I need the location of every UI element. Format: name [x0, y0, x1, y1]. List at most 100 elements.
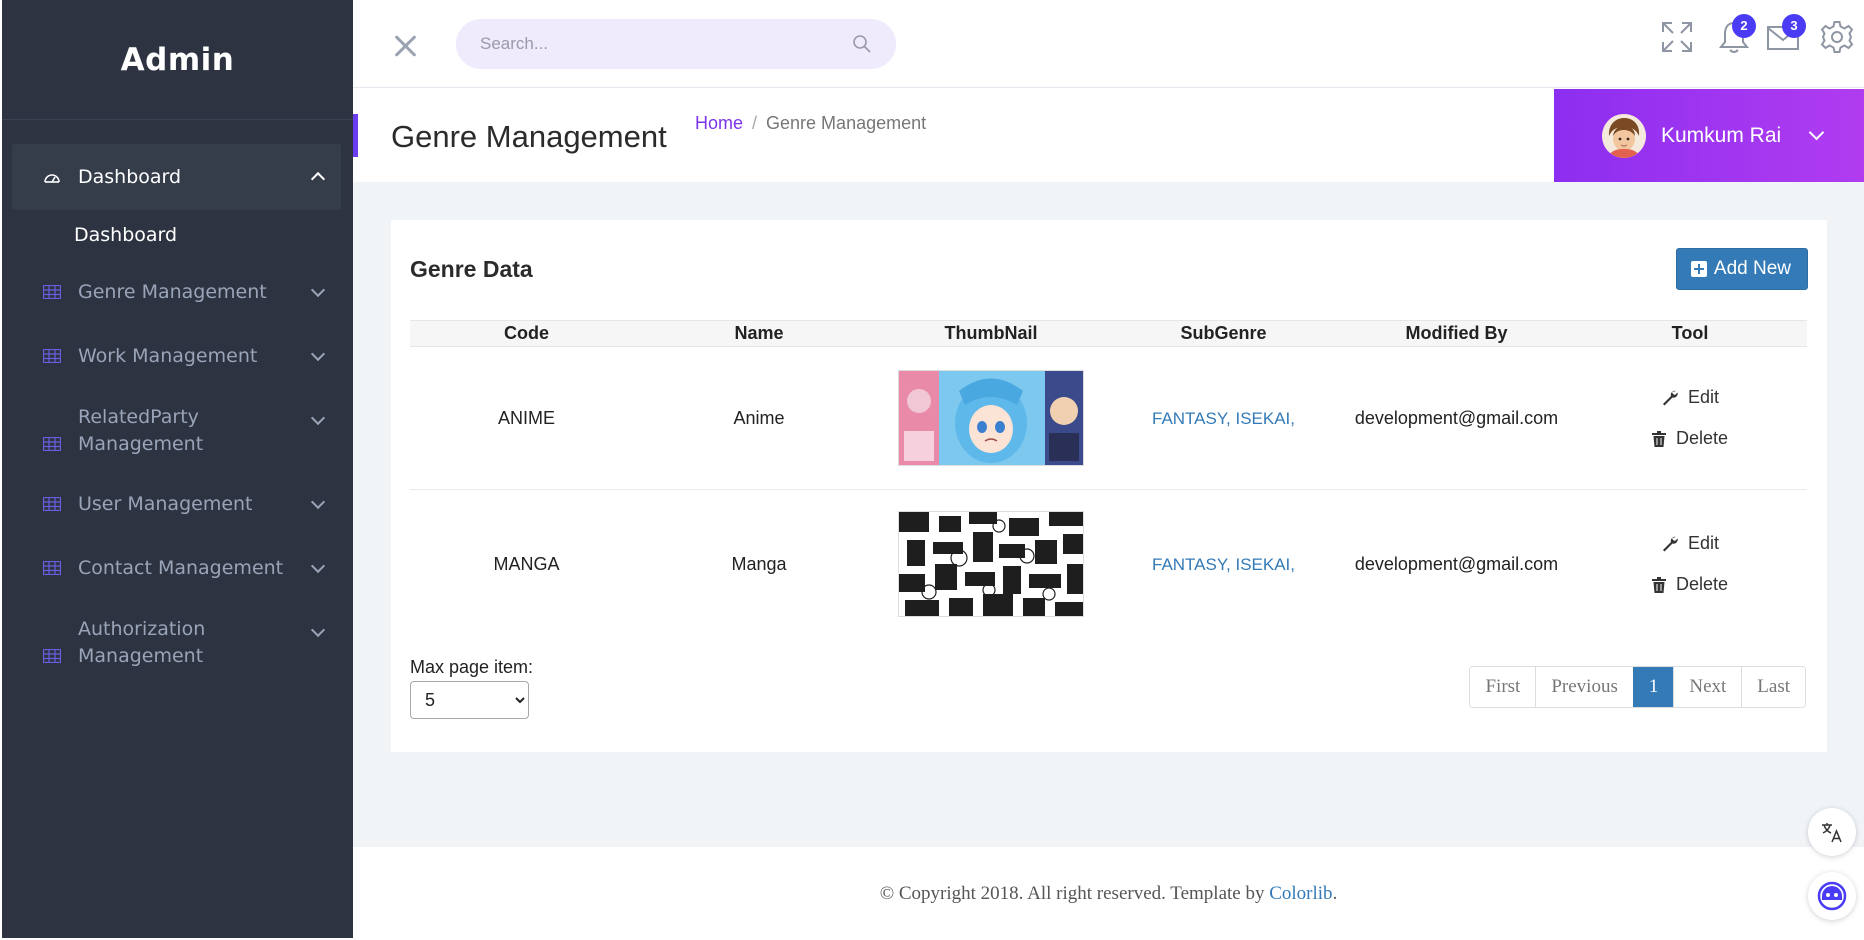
sidebar-item-user-management[interactable]: User Management: [2, 472, 353, 536]
edit-button[interactable]: Edit: [1661, 387, 1719, 408]
sidebar-item-label: User Management: [78, 492, 253, 515]
table-icon: [43, 285, 61, 299]
close-sidebar-button[interactable]: [393, 34, 417, 58]
table-row: ANIME Anime FANTASY, ISEKAI, development…: [410, 346, 1807, 490]
sidebar: Admin Dashboard Dashboard Genre Manageme…: [2, 0, 353, 938]
max-page-item-select[interactable]: 5: [410, 681, 529, 719]
breadcrumb: Home / Genre Management: [695, 113, 926, 134]
pagination-next[interactable]: Next: [1673, 667, 1742, 707]
delete-label: Delete: [1675, 428, 1729, 448]
cell-tools: Edit Delete: [1573, 490, 1807, 639]
add-new-button[interactable]: Add New: [1675, 248, 1808, 290]
avatar: [1602, 113, 1646, 158]
page-title: Genre Management: [391, 119, 667, 154]
sidebar-item-dashboard[interactable]: Dashboard: [12, 144, 341, 210]
footer: © Copyright 2018. All right reserved. Te…: [353, 847, 1864, 940]
delete-label: Delete: [1675, 574, 1729, 595]
search-icon[interactable]: [852, 34, 872, 54]
column-header-thumbnail[interactable]: ThumbNail: [875, 320, 1107, 347]
thumbnail-image-manga: [898, 511, 1084, 618]
sidebar-item-label: Authorization Management: [78, 618, 206, 667]
column-header-subgenre[interactable]: SubGenre: [1107, 320, 1340, 347]
column-header-name[interactable]: Name: [643, 320, 875, 347]
subgenre-link[interactable]: FANTASY,: [1152, 555, 1231, 574]
sidebar-item-genre-management[interactable]: Genre Management: [2, 260, 353, 324]
column-header-tool: Tool: [1573, 320, 1807, 347]
translate-button[interactable]: [1808, 808, 1856, 856]
column-header-code[interactable]: Code: [410, 320, 643, 347]
breadcrumb-home-link[interactable]: Home: [695, 113, 743, 133]
messages-button[interactable]: 3: [1766, 14, 1806, 59]
cell-name: Manga: [731, 553, 787, 574]
max-page-item-label: Max page item:: [410, 657, 534, 677]
table-icon: [43, 349, 61, 363]
cell-name: Anime: [643, 346, 875, 490]
sidebar-item-relatedparty-management[interactable]: RelatedParty Management: [2, 388, 353, 472]
assistant-button[interactable]: [1808, 872, 1856, 920]
trash-icon: [1651, 576, 1666, 593]
column-header-modified-by[interactable]: Modified By: [1340, 320, 1573, 347]
cell-thumbnail: [875, 346, 1107, 490]
translate-icon: [1822, 823, 1842, 843]
wrench-icon: [1662, 537, 1678, 552]
sidebar-subitem-dashboard[interactable]: Dashboard: [2, 210, 353, 260]
footer-colorlib-link[interactable]: Colorlib: [1269, 883, 1332, 904]
sidebar-item-label: Genre Management: [78, 280, 267, 303]
breadcrumb-separator: /: [752, 113, 758, 133]
sidebar-item-contact-management[interactable]: Contact Management: [2, 536, 353, 600]
header-accent-bar: [353, 114, 358, 157]
notifications-badge: 2: [1732, 14, 1756, 38]
pagination-last[interactable]: Last: [1741, 667, 1805, 707]
table-icon: [43, 561, 61, 575]
topbar: 2 3: [353, 0, 1864, 88]
brand-title: Admin: [2, 0, 353, 120]
delete-button[interactable]: Delete: [1651, 574, 1729, 595]
sidebar-item-authorization-management[interactable]: Authorization Management: [2, 600, 353, 684]
cell-subgenre: FANTASY, ISEKAI,: [1107, 346, 1340, 490]
cell-modified-by: development@gmail.com: [1340, 346, 1573, 490]
sidebar-item-label: Contact Management: [78, 556, 284, 579]
search-box: [456, 19, 896, 69]
plus-square-icon: [1690, 261, 1707, 277]
cell-modified-by: development@gmail.com: [1354, 553, 1559, 574]
subgenre-link[interactable]: ISEKAI,: [1235, 555, 1295, 574]
edit-label: Edit: [1687, 387, 1720, 407]
pagination-page-1[interactable]: 1: [1632, 667, 1674, 707]
assistant-icon: [1817, 881, 1847, 911]
thumbnail-image-anime: [898, 370, 1084, 466]
messages-badge: 3: [1782, 14, 1806, 38]
cell-subgenre: FANTASY, ISEKAI,: [1107, 490, 1340, 639]
user-name: Kumkum Rai: [1661, 123, 1782, 147]
page-header: Genre Management Home / Genre Management K…: [353, 89, 1864, 182]
fullscreen-icon[interactable]: [1660, 20, 1694, 54]
subgenre-link[interactable]: FANTASY,: [1152, 409, 1231, 428]
sidebar-item-work-management[interactable]: Work Management: [2, 324, 353, 388]
sidebar-item-label: Dashboard: [78, 165, 182, 188]
cell-code: ANIME: [410, 346, 643, 490]
table-header-row: Code Name ThumbNail SubGenre Modified By…: [410, 320, 1807, 347]
pagination-previous[interactable]: Previous: [1535, 667, 1633, 707]
trash-icon: [1651, 430, 1666, 447]
subgenre-link[interactable]: ISEKAI,: [1235, 409, 1295, 428]
card-title: Genre Data: [410, 256, 533, 282]
add-new-label: Add New: [1713, 258, 1791, 279]
cell-code: MANGA: [493, 553, 560, 574]
edit-label: Edit: [1687, 533, 1720, 554]
footer-suffix: .: [1332, 883, 1338, 904]
cell-thumbnail: [875, 490, 1107, 639]
genre-data-card: Genre Data Add New Code Name ThumbNail S…: [391, 220, 1827, 752]
sidebar-item-label: RelatedParty Management: [78, 406, 204, 455]
edit-button[interactable]: Edit: [1661, 533, 1719, 554]
notifications-button[interactable]: 2: [1718, 14, 1756, 59]
delete-button[interactable]: Delete: [1651, 428, 1729, 449]
sidebar-nav: Dashboard Dashboard Genre Management Wor…: [2, 120, 353, 684]
speedometer-icon: [44, 174, 60, 183]
table-row: MANGA Manga FANTASY, ISEKAI, development…: [410, 490, 1807, 639]
gear-icon[interactable]: [1820, 20, 1854, 54]
table-icon: [43, 497, 61, 511]
user-menu[interactable]: Kumkum Rai: [1554, 89, 1864, 182]
table-icon: [43, 649, 61, 663]
pagination: First Previous 1 Next Last: [1469, 666, 1806, 708]
search-input[interactable]: [456, 19, 896, 69]
pagination-first[interactable]: First: [1470, 667, 1536, 707]
